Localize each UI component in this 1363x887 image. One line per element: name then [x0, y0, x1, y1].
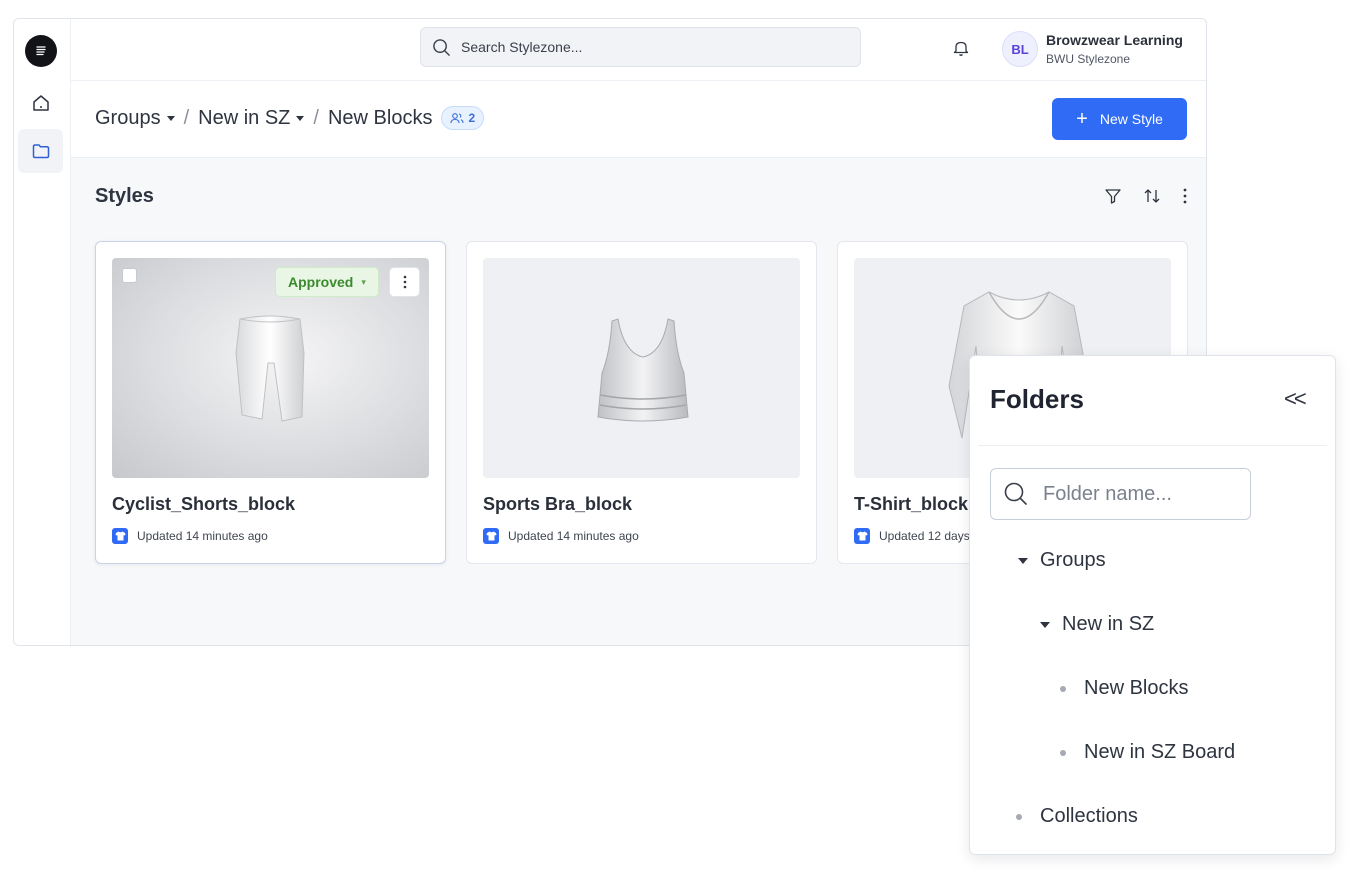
updated-text: Updated 12 days	[879, 529, 970, 543]
user-info[interactable]: Browzwear Learning BWU Stylezone	[1046, 32, 1183, 66]
style-title[interactable]: T-Shirt_block	[854, 494, 968, 515]
folders-panel: Folders << Folder name... Groups New in …	[969, 355, 1336, 855]
status-label: Approved	[288, 274, 354, 290]
tree-item-new-in-sz[interactable]: New in SZ	[1040, 613, 1154, 636]
caret-down-icon	[296, 115, 305, 121]
filter-icon[interactable]	[1104, 187, 1122, 205]
user-workspace: BWU Stylezone	[1046, 52, 1131, 66]
style-title[interactable]: Sports Bra_block	[483, 494, 632, 515]
divider	[978, 445, 1327, 446]
search-icon	[433, 38, 450, 56]
breadcrumb-separator: /	[183, 106, 190, 129]
folder-search-placeholder: Folder name...	[1043, 482, 1172, 505]
user-name: Browzwear Learning	[1046, 32, 1183, 48]
members-count: 2	[468, 111, 476, 125]
style-meta: Updated 14 minutes ago	[483, 528, 639, 544]
tree-item-label: New in SZ Board	[1084, 741, 1236, 763]
folders-title: Folders	[990, 384, 1084, 414]
breadcrumb-new-in-sz[interactable]: New in SZ	[198, 106, 305, 130]
style-card[interactable]: Approved ▾ Cyclist_Shorts_block Updated …	[95, 241, 446, 564]
bullet-icon	[1016, 813, 1022, 820]
style-meta: Updated 14 minutes ago	[112, 528, 268, 544]
caret-down-icon	[166, 115, 175, 121]
home-icon	[32, 95, 49, 111]
breadcrumb-new-in-sz-label: New in SZ	[198, 106, 291, 129]
folder-search-input[interactable]: Folder name...	[990, 468, 1251, 520]
style-meta: Updated 12 days	[854, 528, 970, 544]
bullet-icon	[1060, 685, 1066, 692]
home-nav-button[interactable]	[18, 81, 63, 125]
select-checkbox[interactable]	[122, 268, 137, 283]
section-toolbar	[1104, 187, 1188, 205]
more-vertical-icon[interactable]	[1182, 187, 1188, 205]
tree-item-label: New Blocks	[1084, 677, 1189, 699]
bullet-icon	[1060, 749, 1066, 756]
updated-text: Updated 14 minutes ago	[137, 529, 268, 543]
new-style-label: New Style	[1099, 111, 1163, 127]
breadcrumb-groups[interactable]: Groups	[95, 107, 175, 130]
tree-item-label: Groups	[1040, 549, 1106, 571]
breadcrumb-groups-label: Groups	[95, 106, 161, 129]
left-rail	[14, 19, 71, 645]
tree-item-collections[interactable]: Collections	[1016, 805, 1138, 828]
sports-bra-image	[597, 318, 689, 422]
breadcrumb: Groups / New in SZ / New Blocks 2	[95, 106, 485, 130]
collapse-panel-button[interactable]: <<	[1284, 386, 1307, 412]
style-thumbnail: Approved ▾	[112, 258, 429, 478]
status-badge[interactable]: Approved ▾	[275, 267, 379, 297]
style-thumbnail	[483, 258, 800, 478]
plus-icon: +	[1076, 108, 1088, 130]
search-input[interactable]: Search Stylezone...	[420, 27, 861, 67]
tree-item-new-in-sz-board[interactable]: New in SZ Board	[1060, 741, 1235, 764]
tree-item-groups[interactable]: Groups	[1018, 549, 1106, 572]
search-icon	[1004, 482, 1027, 505]
tshirt-icon	[112, 528, 128, 544]
caret-down-icon	[1018, 557, 1028, 564]
folder-icon	[32, 144, 49, 159]
updated-text: Updated 14 minutes ago	[508, 529, 639, 543]
notifications-button[interactable]	[953, 39, 969, 62]
sort-icon[interactable]	[1142, 187, 1162, 205]
members-badge[interactable]: 2	[441, 106, 485, 130]
top-bar: Search Stylezone... BL Browzwear Learnin…	[71, 19, 1206, 81]
section-title: Styles	[95, 185, 154, 207]
breadcrumb-bar: Groups / New in SZ / New Blocks 2 + New …	[71, 81, 1206, 158]
search-placeholder: Search Stylezone...	[461, 39, 583, 55]
tree-item-label: Collections	[1040, 805, 1138, 827]
tree-item-new-blocks[interactable]: New Blocks	[1060, 677, 1188, 700]
card-menu-button[interactable]	[389, 267, 420, 297]
breadcrumb-separator: /	[313, 106, 319, 129]
tshirt-icon	[854, 528, 870, 544]
new-style-button[interactable]: + New Style	[1052, 98, 1187, 140]
more-vertical-icon	[403, 275, 406, 289]
bell-icon	[953, 41, 969, 56]
users-icon	[450, 113, 465, 124]
chevron-down-icon: ▾	[361, 276, 366, 287]
folders-nav-button[interactable]	[18, 129, 63, 173]
caret-down-icon	[1040, 621, 1050, 628]
tshirt-icon	[483, 528, 499, 544]
app-logo[interactable]	[25, 35, 57, 67]
tree-item-label: New in SZ	[1062, 613, 1155, 635]
style-card[interactable]: Sports Bra_block Updated 14 minutes ago	[466, 241, 817, 564]
cyclist-shorts-image	[235, 315, 305, 422]
style-title[interactable]: Cyclist_Shorts_block	[112, 494, 295, 515]
avatar[interactable]: BL	[1002, 31, 1038, 67]
breadcrumb-current: New Blocks	[327, 106, 433, 129]
